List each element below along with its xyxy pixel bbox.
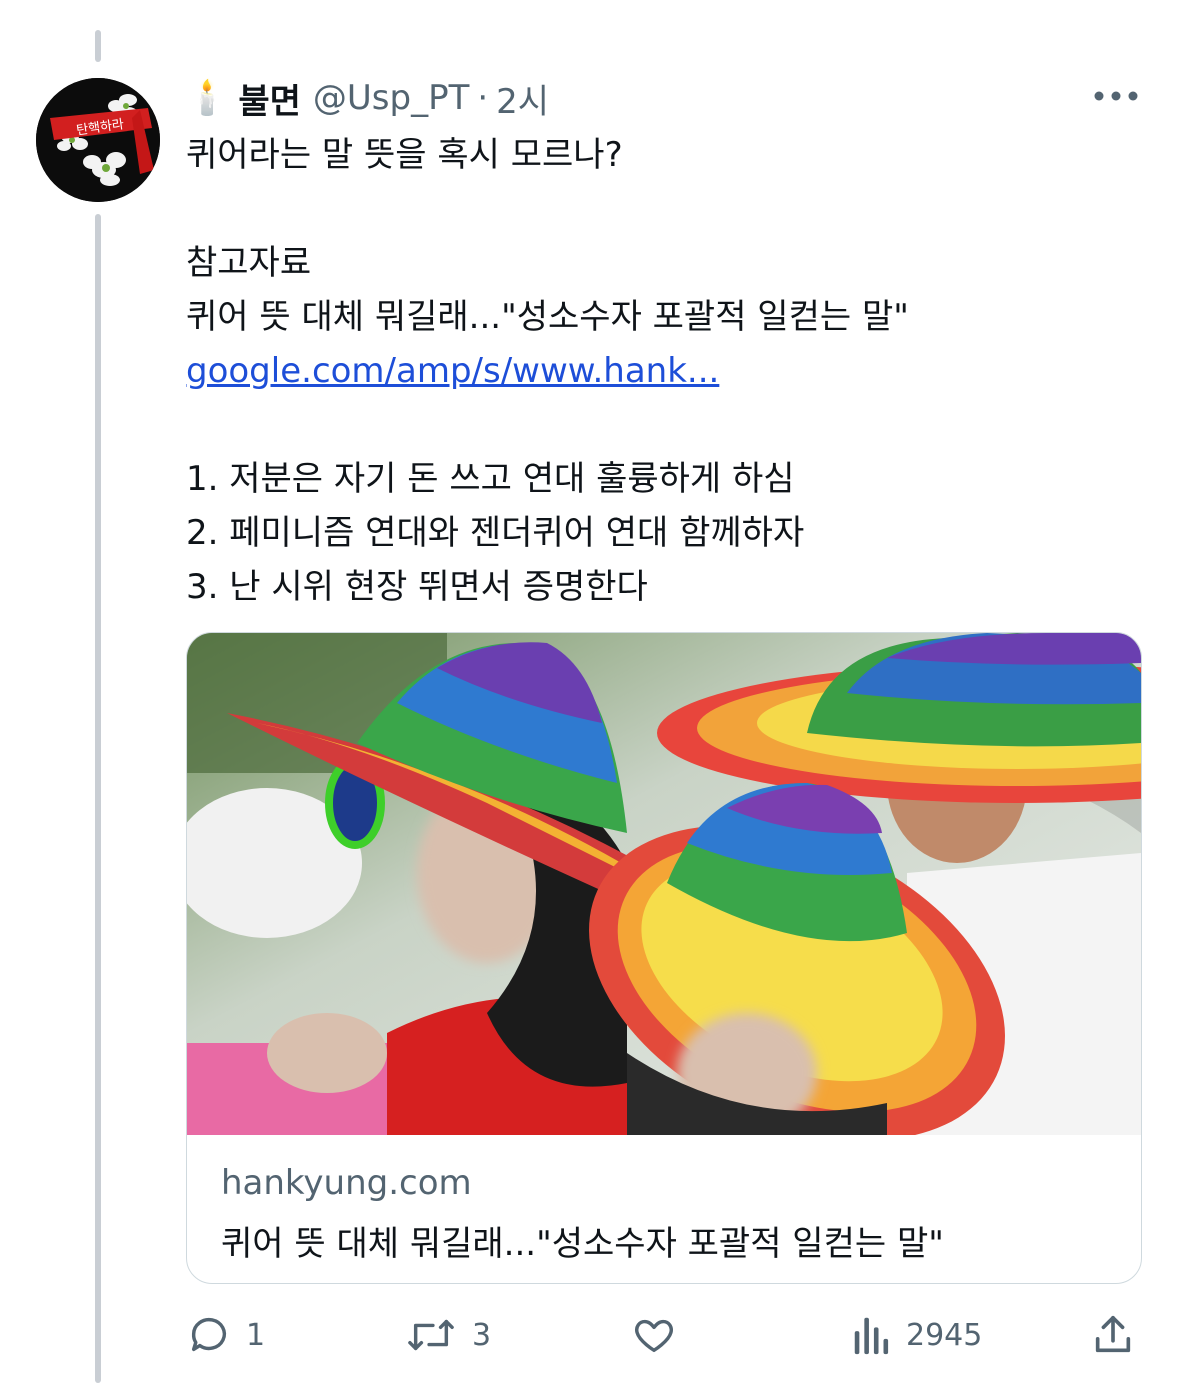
reply-count: 1: [246, 1317, 266, 1353]
timestamp[interactable]: 2시: [496, 74, 549, 123]
thread-line-top: [95, 30, 101, 62]
tweet-line-2: 참고자료: [186, 243, 312, 283]
card-title: 퀴어 뜻 대체 뭐길래..."성소수자 포괄적 일컫는 말": [221, 1224, 944, 1264]
user-handle[interactable]: @Usp_PT: [313, 78, 469, 118]
reply-button[interactable]: 1: [186, 1300, 265, 1370]
views-button[interactable]: 2945: [852, 1300, 982, 1370]
retweet-count: 3: [472, 1317, 492, 1353]
card-domain: hankyung.com: [221, 1163, 472, 1203]
action-bar: 1 3 2945: [0, 1300, 1179, 1370]
retweet-icon: [404, 1312, 458, 1358]
tweet-line-7: 3. 난 시위 현장 뛰면서 증명한다: [186, 567, 648, 607]
views-count: 2945: [906, 1317, 983, 1353]
tweet-line-5: 1. 저분은 자기 돈 쓰고 연대 훌륭하게 하심: [186, 459, 795, 499]
candle-emoji: 🕯️: [186, 78, 229, 118]
tweet-line-6: 2. 페미니즘 연대와 젠더퀴어 연대 함께하자: [186, 513, 805, 553]
display-name[interactable]: 불면: [238, 74, 301, 123]
more-icon[interactable]: [1093, 88, 1139, 108]
card-image: [187, 633, 1141, 1135]
retweet-button[interactable]: 3: [404, 1300, 491, 1370]
like-button[interactable]: [630, 1300, 678, 1370]
share-button[interactable]: [1090, 1300, 1136, 1370]
tweet-body: 퀴어라는 말 뜻을 혹시 모르나? 참고자료 퀴어 뜻 대체 뭐길래..."성소…: [186, 128, 1146, 614]
views-icon: [852, 1312, 892, 1358]
thread-line: [95, 214, 101, 1383]
reply-icon: [186, 1312, 232, 1358]
article-link[interactable]: google.com/amp/s/www.hank...: [186, 351, 719, 391]
like-icon: [630, 1312, 678, 1358]
tweet-header: 🕯️ 불면 @Usp_PT · 2시: [186, 70, 549, 126]
avatar[interactable]: 탄핵하라: [36, 78, 160, 202]
share-icon: [1090, 1312, 1136, 1358]
tweet-line-1: 퀴어라는 말 뜻을 혹시 모르나?: [186, 135, 623, 175]
link-preview-card[interactable]: hankyung.com 퀴어 뜻 대체 뭐길래..."성소수자 포괄적 일컫는…: [186, 632, 1142, 1284]
tweet-line-3: 퀴어 뜻 대체 뭐길래..."성소수자 포괄적 일컫는 말": [186, 297, 909, 337]
separator-dot: ·: [477, 78, 489, 118]
